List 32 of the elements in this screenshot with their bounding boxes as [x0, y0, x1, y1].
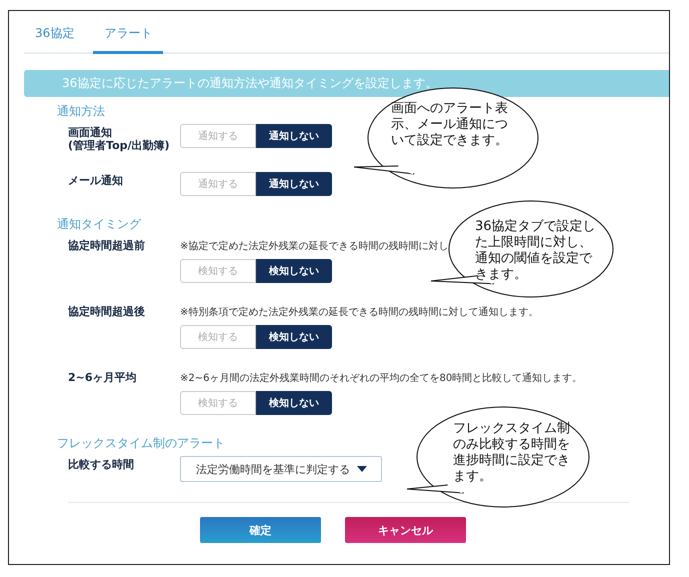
toggle-option[interactable]: 検知する: [180, 259, 256, 283]
field-label: 協定時間超過前: [68, 238, 146, 253]
note-text: ※2~6ヶ月間の法定外残業時間のそれぞれの平均の全てを80時間と比較して通知します。: [180, 372, 582, 385]
action-button[interactable]: キャンセル: [345, 517, 466, 543]
field-label: 2~6ヶ月平均: [68, 370, 138, 385]
callout-text: フレックスタイム制のみ比較する時間を進捗時間に設定できます。: [453, 421, 571, 485]
callout-text: 画面へのアラート表示、メール通知について設定できます。: [391, 101, 509, 149]
toggle-option[interactable]: 検知する: [180, 391, 256, 415]
toggle-option[interactable]: 通知する: [180, 172, 256, 196]
tab[interactable]: アラート: [93, 21, 164, 54]
note-text: ※特別条項で定めた法定外残業の延長できる時間の残時間に対して通知します。: [180, 306, 538, 319]
note-text: ※協定で定めた法定外残業の延長できる時間の残時間に対し: [180, 240, 448, 253]
field-label: メール通知: [68, 173, 124, 189]
toggle-option[interactable]: 通知する: [180, 124, 256, 148]
field-label: 画面通知 (管理者Top/出勤簿): [68, 125, 171, 152]
section-title: 通知方法: [57, 103, 105, 120]
toggle-option[interactable]: 検知しない: [256, 259, 332, 283]
caret-icon: [357, 466, 367, 472]
toggle-option[interactable]: 通知しない: [256, 124, 332, 148]
tab[interactable]: 36協定: [24, 21, 86, 54]
action-button[interactable]: 確定: [200, 517, 321, 543]
section-title: 通知タイミング: [57, 216, 141, 233]
dropdown[interactable]: 法定労働時間を基準に判定する: [180, 456, 382, 482]
toggle-option[interactable]: 通知しない: [256, 172, 332, 196]
toggle-option[interactable]: 検知する: [180, 325, 256, 349]
toggle-option[interactable]: 検知しない: [256, 391, 332, 415]
toggle-option[interactable]: 検知しない: [256, 325, 332, 349]
section-title: フレックスタイム制のアラート: [57, 435, 225, 452]
field-label: 比較する時間: [68, 457, 135, 473]
callout-text: 36協定タブで設定した上限時間に対し、通知の閾値を設定できます。: [475, 219, 596, 283]
info-banner: 36協定に応じたアラートの通知方法や通知タイミングを設定します。: [24, 70, 669, 97]
field-label: 協定時間超過後: [68, 304, 146, 319]
